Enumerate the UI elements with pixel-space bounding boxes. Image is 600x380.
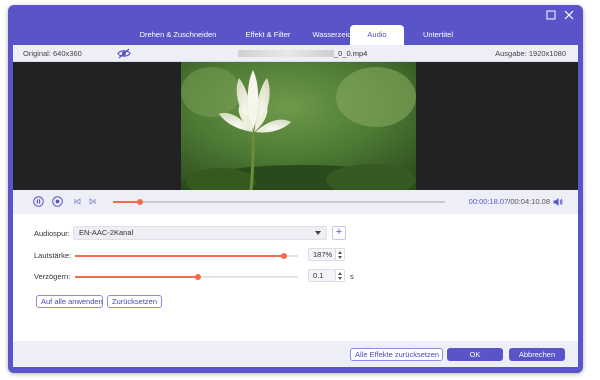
tab-rotate-crop[interactable]: Drehen & Zuschneiden [123,25,233,45]
tab-subtitle[interactable]: Untertitel [408,25,468,45]
tab-audio[interactable]: Audio [350,25,404,45]
delay-slider-handle[interactable] [194,274,201,280]
volume-increase-icon[interactable] [338,251,342,254]
delay-value: 0.1 [313,271,324,280]
video-preview [13,62,578,190]
close-icon[interactable] [563,9,575,21]
original-resolution: Original: 640x360 [23,49,82,58]
cancel-button[interactable]: Abbrechen [509,348,565,361]
ok-button[interactable]: OK [447,348,503,361]
tab-effect-filter[interactable]: Effekt & Filter [233,25,303,45]
delay-increase-icon[interactable] [338,272,342,275]
playback-progress-fill [113,201,140,203]
volume-icon[interactable] [552,196,564,208]
output-resolution: Ausgabe: 1920x1080 [495,49,566,58]
volume-label: Lautstärke: [34,251,72,260]
apply-to-all-button[interactable]: Auf alle anwenden [36,295,103,308]
delay-slider[interactable] [75,274,298,280]
add-audio-track-button[interactable]: + [332,226,346,240]
redacted-file-name [238,50,334,57]
video-frame-lotus [181,62,416,190]
volume-slider-handle[interactable] [280,253,287,259]
audio-panel: Original: 640x360 _0_0.mp4 Ausgabe: 1920… [13,45,578,367]
volume-slider-fill [75,255,284,257]
maximize-icon[interactable] [545,9,557,21]
time-display: 00:00:18.07/00:04:10.08 [469,197,550,206]
reset-button[interactable]: Zurücksetzen [107,295,162,308]
plus-icon: + [335,226,343,238]
volume-stepper-arrows [335,249,344,260]
stop-icon[interactable] [52,196,63,207]
reset-all-effects-button[interactable]: Alle Effekte zurücksetzen [350,348,443,361]
volume-slider[interactable] [75,253,298,259]
delay-slider-fill [75,276,198,278]
eye-slash-icon[interactable] [117,48,131,59]
total-time: 00:04:10.08 [510,197,550,206]
next-frame-icon[interactable] [87,196,98,207]
current-time: 00:00:18.07 [468,197,509,206]
audio-track-select[interactable]: EN-AAC-2Kanal [73,226,327,240]
delay-unit: s [350,272,354,281]
delay-label: Verzögern: [34,272,71,281]
preview-info-bar: Original: 640x360 _0_0.mp4 Ausgabe: 1920… [13,45,578,62]
audio-track-value: EN-AAC-2Kanal [79,228,134,237]
playback-bar: 00:00:18.07/00:04:10.08 [13,190,578,214]
delay-decrease-icon[interactable] [338,277,342,280]
playback-progress-slider[interactable] [113,199,445,205]
volume-value: 187% [313,250,333,259]
delay-stepper-arrows [335,270,344,281]
editor-window: Drehen & Zuschneiden Effekt & Filter Was… [8,5,583,373]
previous-frame-icon[interactable] [72,196,83,207]
chevron-down-icon [315,231,321,235]
pause-icon[interactable] [33,196,44,207]
tab-bar: Drehen & Zuschneiden Effekt & Filter Was… [8,5,583,45]
delay-stepper[interactable]: 0.1 [308,269,345,282]
footer-bar: Alle Effekte zurücksetzen OK Abbrechen [13,341,578,367]
playback-progress-handle[interactable] [136,199,143,205]
audio-track-label: Audiospur: [34,229,70,238]
volume-stepper[interactable]: 187% [308,248,345,261]
file-name: _0_0.mp4 [238,49,368,58]
volume-decrease-icon[interactable] [338,256,342,259]
